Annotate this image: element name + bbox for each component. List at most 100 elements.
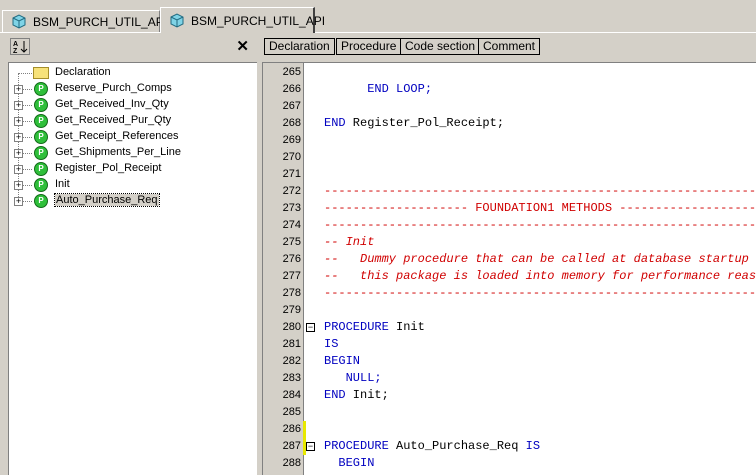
expand-icon[interactable]: + xyxy=(14,85,23,94)
code-line: BEGIN xyxy=(324,455,374,472)
tree-item-label: Declaration xyxy=(55,66,111,78)
tree-item-label: Init xyxy=(55,178,70,190)
package-icon xyxy=(169,13,185,28)
line-number: 275 xyxy=(282,236,301,248)
line-number: 287 xyxy=(282,440,301,452)
line-number-gutter: 265 266 267 268 269 270 271 272 273 274 275 276 277 2… xyxy=(263,63,303,475)
line-number: 280 xyxy=(282,321,301,333)
code-comment: -- this package is loaded into memory fo… xyxy=(324,269,756,283)
tree-item-label: Register_Pol_Receipt xyxy=(55,162,162,174)
svg-text:Z: Z xyxy=(13,48,18,54)
tree-item[interactable]: + P Init xyxy=(9,177,254,193)
code-identifier: Init xyxy=(388,320,425,334)
tab-bsm-purch-util-api-2[interactable]: BSM_PURCH_UTIL_API xyxy=(160,7,325,33)
procedure-icon: P xyxy=(34,178,48,192)
tree-item[interactable]: + P Get_Received_Inv_Qty xyxy=(9,97,254,113)
fold-toggle-icon[interactable]: − xyxy=(306,323,315,332)
line-number: 266 xyxy=(282,83,301,95)
line-number: 279 xyxy=(282,304,301,316)
code-line: BEGIN xyxy=(324,353,360,370)
close-outline-icon[interactable]: ✕ xyxy=(236,37,249,55)
outline-toolbar: AZ ✕ xyxy=(4,34,257,60)
expand-icon[interactable]: + xyxy=(14,181,23,190)
expand-icon[interactable]: + xyxy=(14,165,23,174)
section-toolbar: Declaration Procedure Code section Comme… xyxy=(262,34,756,60)
line-number: 270 xyxy=(282,151,301,163)
code-comment: ----------------------------------------… xyxy=(324,286,756,300)
procedure-icon: P xyxy=(34,82,48,96)
code-identifier: Auto_Purchase_Req xyxy=(388,439,526,453)
tree-branch-line xyxy=(18,73,32,74)
tree-item[interactable]: + P Get_Shipments_Per_Line xyxy=(9,145,254,161)
tab-divider xyxy=(0,32,756,33)
tree-item-label: Get_Received_Inv_Qty xyxy=(55,98,169,110)
expand-icon[interactable]: + xyxy=(14,133,23,142)
code-line: -------------------- FOUNDATION1 METHODS… xyxy=(324,200,756,217)
tree-item-label: Get_Received_Pur_Qty xyxy=(55,114,172,126)
line-number: 277 xyxy=(282,270,301,282)
tab-strip: BSM_PURCH_UTIL_API BSM_PURCH_UTIL_API xyxy=(0,0,756,34)
procedure-button[interactable]: Procedure xyxy=(336,38,402,55)
tree-item[interactable]: + P Get_Received_Pur_Qty xyxy=(9,113,254,129)
procedure-icon: P xyxy=(34,98,48,112)
code-comment: ----------------------------------------… xyxy=(324,218,756,232)
code-section-button[interactable]: Code section xyxy=(400,38,481,55)
tab-bsm-purch-util-api-1[interactable]: BSM_PURCH_UTIL_API xyxy=(2,10,167,32)
outline-tree: Declaration + P Reserve_Purch_Comps + P Get_Re… xyxy=(8,62,257,475)
code-line: ----------------------------------------… xyxy=(324,217,756,234)
code-line: ----------------------------------------… xyxy=(324,285,756,302)
code-text: IS xyxy=(324,337,339,351)
code-keyword: IS xyxy=(525,439,541,453)
line-number: 271 xyxy=(282,168,301,180)
line-number: 272 xyxy=(282,185,301,197)
code-line: PROCEDURE Init xyxy=(324,319,425,336)
code-comment: -- Dummy procedure that can be called at… xyxy=(324,252,749,266)
procedure-icon: P xyxy=(34,162,48,176)
line-number: 284 xyxy=(282,389,301,401)
code-text: NULL; xyxy=(324,371,382,385)
code-comment: -- Init xyxy=(324,235,375,249)
code-keyword: END xyxy=(324,116,346,130)
expand-icon[interactable]: + xyxy=(14,117,23,126)
svg-text:A: A xyxy=(13,41,18,48)
tree-item[interactable]: + P Auto_Purchase_Req xyxy=(9,193,254,209)
fold-margin xyxy=(303,63,318,475)
line-number: 282 xyxy=(282,355,301,367)
outline-panel: AZ ✕ Declaration + P Reserve_Purch_Comps + P G… xyxy=(4,34,257,475)
tree-item[interactable]: + P Get_Receipt_References xyxy=(9,129,254,145)
tab-label: BSM_PURCH_UTIL_API xyxy=(191,13,326,28)
code-line: END Register_Pol_Receipt; xyxy=(324,115,504,132)
expand-icon[interactable]: + xyxy=(14,197,23,206)
procedure-icon: P xyxy=(34,146,48,160)
tree-item[interactable]: Declaration xyxy=(9,65,254,81)
expand-icon[interactable]: + xyxy=(14,101,23,110)
change-marker xyxy=(303,421,306,438)
line-number: 265 xyxy=(282,66,301,78)
panel-splitter[interactable] xyxy=(257,34,261,475)
code-editor[interactable]: 265 266 267 268 269 270 271 272 273 274 275 276 277 2… xyxy=(262,62,756,475)
comment-button[interactable]: Comment xyxy=(478,38,541,55)
tree-item[interactable]: + P Reserve_Purch_Comps xyxy=(9,81,254,97)
code-line: NULL; xyxy=(324,370,382,387)
folder-icon xyxy=(33,67,49,79)
line-number: 281 xyxy=(282,338,301,350)
line-number: 285 xyxy=(282,406,301,418)
package-icon xyxy=(11,14,27,29)
tree-item-label: Reserve_Purch_Comps xyxy=(55,82,172,94)
code-line: -- Init xyxy=(324,234,374,251)
code-keyword: END xyxy=(324,388,346,402)
code-comment: -------------------- FOUNDATION1 METHODS… xyxy=(324,201,756,215)
code-text: END LOOP; xyxy=(324,82,433,96)
expand-icon[interactable]: + xyxy=(14,149,23,158)
line-number: 283 xyxy=(282,372,301,384)
code-line: END Init; xyxy=(324,387,389,404)
code-identifier: Register_Pol_Receipt; xyxy=(345,116,505,130)
tab-label: BSM_PURCH_UTIL_API xyxy=(33,14,168,29)
code-line: -- Dummy procedure that can be called at… xyxy=(324,251,756,268)
tree-item[interactable]: + P Register_Pol_Receipt xyxy=(9,161,254,177)
code-area[interactable]: END LOOP; END Register_Pol_Receipt; ------… xyxy=(318,63,756,475)
declaration-button[interactable]: Declaration xyxy=(264,38,335,55)
sort-alphabetical-icon[interactable]: AZ xyxy=(10,38,30,55)
fold-toggle-icon[interactable]: − xyxy=(306,442,315,451)
code-line: IS xyxy=(324,336,338,353)
